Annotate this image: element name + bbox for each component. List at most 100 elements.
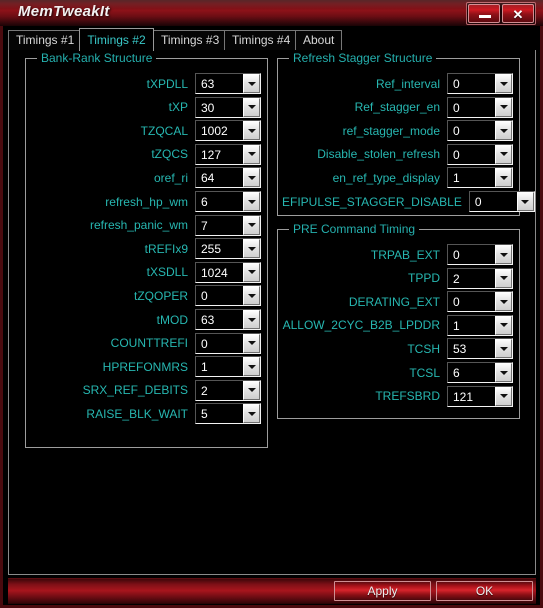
field-row-tzqcal: TZQCAL 1002 <box>30 120 261 142</box>
chevron-down-icon[interactable] <box>495 74 512 93</box>
combobox-value-disable-stolen-refresh[interactable]: 0 <box>448 144 495 164</box>
combobox-value-tcsh[interactable]: 53 <box>448 339 495 359</box>
chevron-down-icon[interactable] <box>495 386 512 406</box>
combobox-value-tzqcs[interactable]: 127 <box>196 144 243 164</box>
combobox-srx-ref-debits[interactable]: 2 <box>195 379 261 401</box>
combobox-value-srx-ref-debits[interactable]: 2 <box>196 380 243 400</box>
chevron-down-icon[interactable] <box>495 245 512 264</box>
chevron-down-icon[interactable] <box>243 215 260 235</box>
combobox-value-ref-interval[interactable]: 0 <box>448 74 495 93</box>
chevron-down-icon[interactable] <box>243 97 260 117</box>
chevron-down-icon[interactable] <box>495 315 512 335</box>
chevron-down-icon[interactable] <box>495 363 512 382</box>
combobox-tmod[interactable]: 63 <box>195 309 261 330</box>
combobox-value-ref-stagger-en[interactable]: 0 <box>448 97 495 117</box>
tab-timings-4[interactable]: Timings #4 <box>224 30 296 51</box>
combobox-ref-interval[interactable]: 0 <box>447 73 513 94</box>
combobox-tzqcs[interactable]: 127 <box>195 143 261 165</box>
chevron-down-icon[interactable] <box>243 74 260 93</box>
combobox-value-trpab-ext[interactable]: 0 <box>448 245 495 264</box>
combobox-value-refresh-panic-wm[interactable]: 7 <box>196 215 243 235</box>
combobox-derating-ext[interactable]: 0 <box>447 291 513 313</box>
combobox-value-oref-ri[interactable]: 64 <box>196 168 243 188</box>
combobox-value-tppd[interactable]: 2 <box>448 268 495 288</box>
combobox-value-efipulse-stagger-disable[interactable]: 0 <box>469 192 517 211</box>
ok-button[interactable]: OK <box>436 581 533 601</box>
combobox-value-tzqcal[interactable]: 1002 <box>196 121 243 141</box>
minimize-button[interactable] <box>468 4 500 23</box>
chevron-down-icon[interactable] <box>243 357 260 377</box>
combobox-tzqoper[interactable]: 0 <box>195 285 261 307</box>
chevron-down-icon[interactable] <box>516 192 534 211</box>
chevron-down-icon[interactable] <box>243 239 260 259</box>
chevron-down-glyph <box>499 394 508 399</box>
combobox-tzqcal[interactable]: 1002 <box>195 120 261 142</box>
chevron-down-icon[interactable] <box>243 380 260 400</box>
combobox-value-hprefonmrs[interactable]: 1 <box>196 357 243 377</box>
field-label-trefsbrd: TREFSBRD <box>375 389 440 404</box>
combobox-efipulse-stagger-disable[interactable]: 0 <box>468 191 535 212</box>
title-bar[interactable]: MemTweakIt ✕ <box>0 0 543 27</box>
combobox-tcsl[interactable]: 6 <box>447 362 513 383</box>
combobox-txp[interactable]: 30 <box>195 96 261 118</box>
combobox-value-txsdll[interactable]: 1024 <box>196 262 243 282</box>
combobox-value-allow-2cyc-b2b-lpddr[interactable]: 1 <box>448 315 495 335</box>
close-button[interactable]: ✕ <box>502 4 534 23</box>
chevron-down-icon[interactable] <box>243 404 260 424</box>
combobox-refresh-panic-wm[interactable]: 7 <box>195 214 261 236</box>
combobox-value-counttrefi[interactable]: 0 <box>196 333 243 353</box>
combobox-value-ref-stagger-mode[interactable]: 0 <box>448 121 495 141</box>
combobox-disable-stolen-refresh[interactable]: 0 <box>447 143 513 165</box>
chevron-down-icon[interactable] <box>495 168 512 188</box>
combobox-value-refresh-hp-wm[interactable]: 6 <box>196 192 243 211</box>
chevron-down-icon[interactable] <box>495 339 512 359</box>
combobox-refresh-hp-wm[interactable]: 6 <box>195 191 261 212</box>
chevron-down-icon[interactable] <box>243 262 260 282</box>
combobox-txsdll[interactable]: 1024 <box>195 261 261 283</box>
group-title-pre-command-timing: PRE Command Timing <box>289 222 420 236</box>
combobox-trefsbrd[interactable]: 121 <box>447 385 513 407</box>
tab-timings-2[interactable]: Timings #2 <box>79 28 154 51</box>
field-label-tzqoper: tZQOPER <box>133 288 188 303</box>
chevron-down-icon[interactable] <box>243 286 260 306</box>
combobox-tcsh[interactable]: 53 <box>447 338 513 360</box>
apply-button[interactable]: Apply <box>334 581 431 601</box>
combobox-value-en-ref-type-display[interactable]: 1 <box>448 168 495 188</box>
combobox-value-trefix9[interactable]: 255 <box>196 239 243 259</box>
combobox-counttrefi[interactable]: 0 <box>195 332 261 354</box>
combobox-value-raise-blk-wait[interactable]: 5 <box>196 404 243 424</box>
combobox-trefix9[interactable]: 255 <box>195 238 261 260</box>
combobox-txpdll[interactable]: 63 <box>195 73 261 94</box>
combobox-ref-stagger-mode[interactable]: 0 <box>447 120 513 142</box>
combobox-allow-2cyc-b2b-lpddr[interactable]: 1 <box>447 314 513 336</box>
combobox-raise-blk-wait[interactable]: 5 <box>195 403 261 425</box>
chevron-down-icon[interactable] <box>243 144 260 164</box>
chevron-down-icon[interactable] <box>243 333 260 353</box>
combobox-hprefonmrs[interactable]: 1 <box>195 356 261 378</box>
chevron-down-icon[interactable] <box>243 121 260 141</box>
tab-strip: Timings #1 Timings #2 Timings #3 Timings #4… <box>8 28 536 51</box>
combobox-value-derating-ext[interactable]: 0 <box>448 292 495 312</box>
chevron-down-icon[interactable] <box>495 144 512 164</box>
chevron-down-icon[interactable] <box>495 268 512 288</box>
combobox-value-txpdll[interactable]: 63 <box>196 74 243 93</box>
combobox-value-tcsl[interactable]: 6 <box>448 363 495 382</box>
chevron-down-icon[interactable] <box>495 97 512 117</box>
combobox-value-tmod[interactable]: 63 <box>196 310 243 329</box>
combobox-value-txp[interactable]: 30 <box>196 97 243 117</box>
combobox-ref-stagger-en[interactable]: 0 <box>447 96 513 118</box>
combobox-en-ref-type-display[interactable]: 1 <box>447 167 513 189</box>
tab-timings-3[interactable]: Timings #3 <box>153 30 225 51</box>
chevron-down-icon[interactable] <box>243 310 260 329</box>
combobox-value-tzqoper[interactable]: 0 <box>196 286 243 306</box>
chevron-down-icon[interactable] <box>243 168 260 188</box>
chevron-down-icon[interactable] <box>495 292 512 312</box>
chevron-down-icon[interactable] <box>243 192 260 211</box>
chevron-down-icon[interactable] <box>495 121 512 141</box>
tab-about[interactable]: About <box>295 30 342 51</box>
tab-timings-1[interactable]: Timings #1 <box>8 30 80 51</box>
combobox-tppd[interactable]: 2 <box>447 267 513 289</box>
combobox-oref-ri[interactable]: 64 <box>195 167 261 189</box>
combobox-value-trefsbrd[interactable]: 121 <box>448 386 495 406</box>
combobox-trpab-ext[interactable]: 0 <box>447 244 513 265</box>
